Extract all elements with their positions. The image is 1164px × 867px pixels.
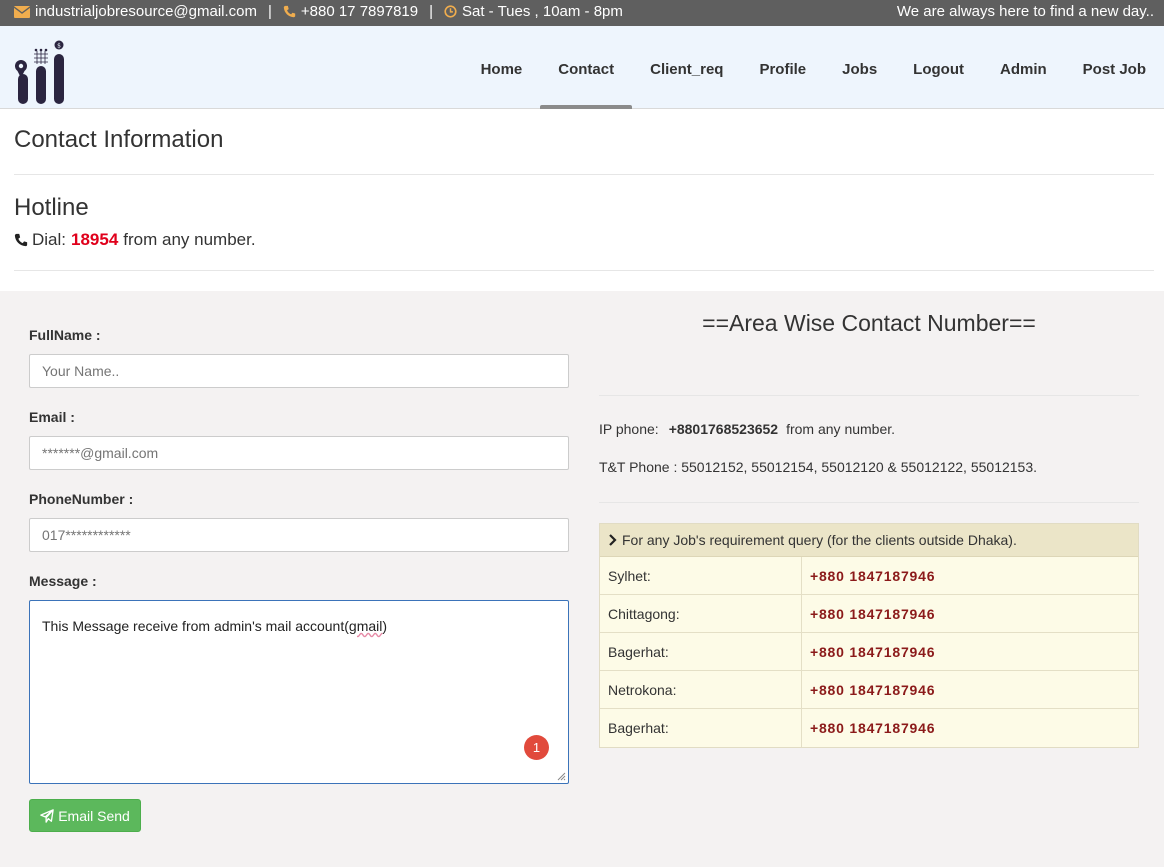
hotline-title: Hotline <box>14 194 89 221</box>
separator: | <box>429 3 433 20</box>
divider <box>14 174 1154 175</box>
message-text: This Message receive from admin's mail a… <box>42 618 388 634</box>
fullname-input[interactable] <box>29 354 569 388</box>
email-send-button[interactable]: Email Send <box>29 799 141 832</box>
separator: | <box>267 3 272 20</box>
hotline-dial: Dial: 18954 from any number. <box>14 230 256 250</box>
dial-prefix: Dial: <box>32 230 67 249</box>
nav-profile[interactable]: Profile <box>741 26 824 109</box>
nav-home[interactable]: Home <box>463 26 541 109</box>
phone-icon <box>14 233 28 247</box>
nav-contact[interactable]: Contact <box>540 26 632 109</box>
paper-plane-icon <box>40 808 54 823</box>
table-row: Sylhet: +880 1847187946 <box>600 557 1138 595</box>
top-hours: Sat - Tues , 10am - 8pm <box>462 3 623 20</box>
top-info-bar: industrialjobresource@gmail.com | +880 1… <box>0 0 1164 26</box>
fullname-label: FullName : <box>29 327 101 343</box>
top-contact-info: industrialjobresource@gmail.com | +880 1… <box>14 3 623 20</box>
table-row: Chittagong: +880 1847187946 <box>600 595 1138 633</box>
resize-handle-icon[interactable] <box>556 771 566 781</box>
notification-badge[interactable]: 1 <box>524 735 549 760</box>
divider <box>599 395 1139 396</box>
page-title: Contact Information <box>14 126 224 153</box>
table-row: Bagerhat: +880 1847187946 <box>600 709 1138 747</box>
chevron-right-icon <box>609 534 617 546</box>
nav-client-req[interactable]: Client_req <box>632 26 741 109</box>
main-navbar: $ Home Contact Client_req Profile Jobs L… <box>0 26 1164 109</box>
area-contact-table: For any Job's requirement query (for the… <box>599 523 1139 748</box>
divider <box>14 270 1154 271</box>
table-header: For any Job's requirement query (for the… <box>600 524 1138 557</box>
message-textarea[interactable]: This Message receive from admin's mail a… <box>29 600 569 784</box>
email-send-label: Email Send <box>58 807 130 824</box>
area-title: ==Area Wise Contact Number== <box>702 310 1036 336</box>
ip-phone-number: +8801768523652 <box>668 421 779 437</box>
phone-label: PhoneNumber : <box>29 491 134 507</box>
email-label: Email : <box>29 409 75 425</box>
nav-logout[interactable]: Logout <box>895 26 982 109</box>
clock-icon <box>444 5 457 18</box>
divider <box>599 502 1139 503</box>
nav-admin[interactable]: Admin <box>982 26 1065 109</box>
site-logo[interactable]: $ <box>12 40 70 106</box>
top-email[interactable]: industrialjobresource@gmail.com <box>35 3 257 20</box>
table-row: Bagerhat: +880 1847187946 <box>600 633 1138 671</box>
nav-jobs[interactable]: Jobs <box>824 26 895 109</box>
table-row: Netrokona: +880 1847187946 <box>600 671 1138 709</box>
email-input[interactable] <box>29 436 569 470</box>
svg-text:$: $ <box>57 43 61 50</box>
message-label: Message : <box>29 573 97 589</box>
top-phone[interactable]: +880 17 7897819 <box>301 3 418 20</box>
phone-input[interactable] <box>29 518 569 552</box>
top-tagline: We are always here to find a new day.. <box>896 3 1154 20</box>
dial-suffix: from any number. <box>123 230 256 249</box>
tt-phone-line: T&T Phone : 55012152, 55012154, 55012120… <box>599 459 1038 475</box>
envelope-icon <box>14 5 30 18</box>
nav-post-job[interactable]: Post Job <box>1065 26 1164 109</box>
phone-icon <box>283 5 296 18</box>
hotline-number: 18954 <box>71 230 119 249</box>
nav-menu: Home Contact Client_req Profile Jobs Log… <box>463 26 1164 109</box>
ip-phone-line: IP phone: +8801768523652 from any number. <box>599 421 896 437</box>
